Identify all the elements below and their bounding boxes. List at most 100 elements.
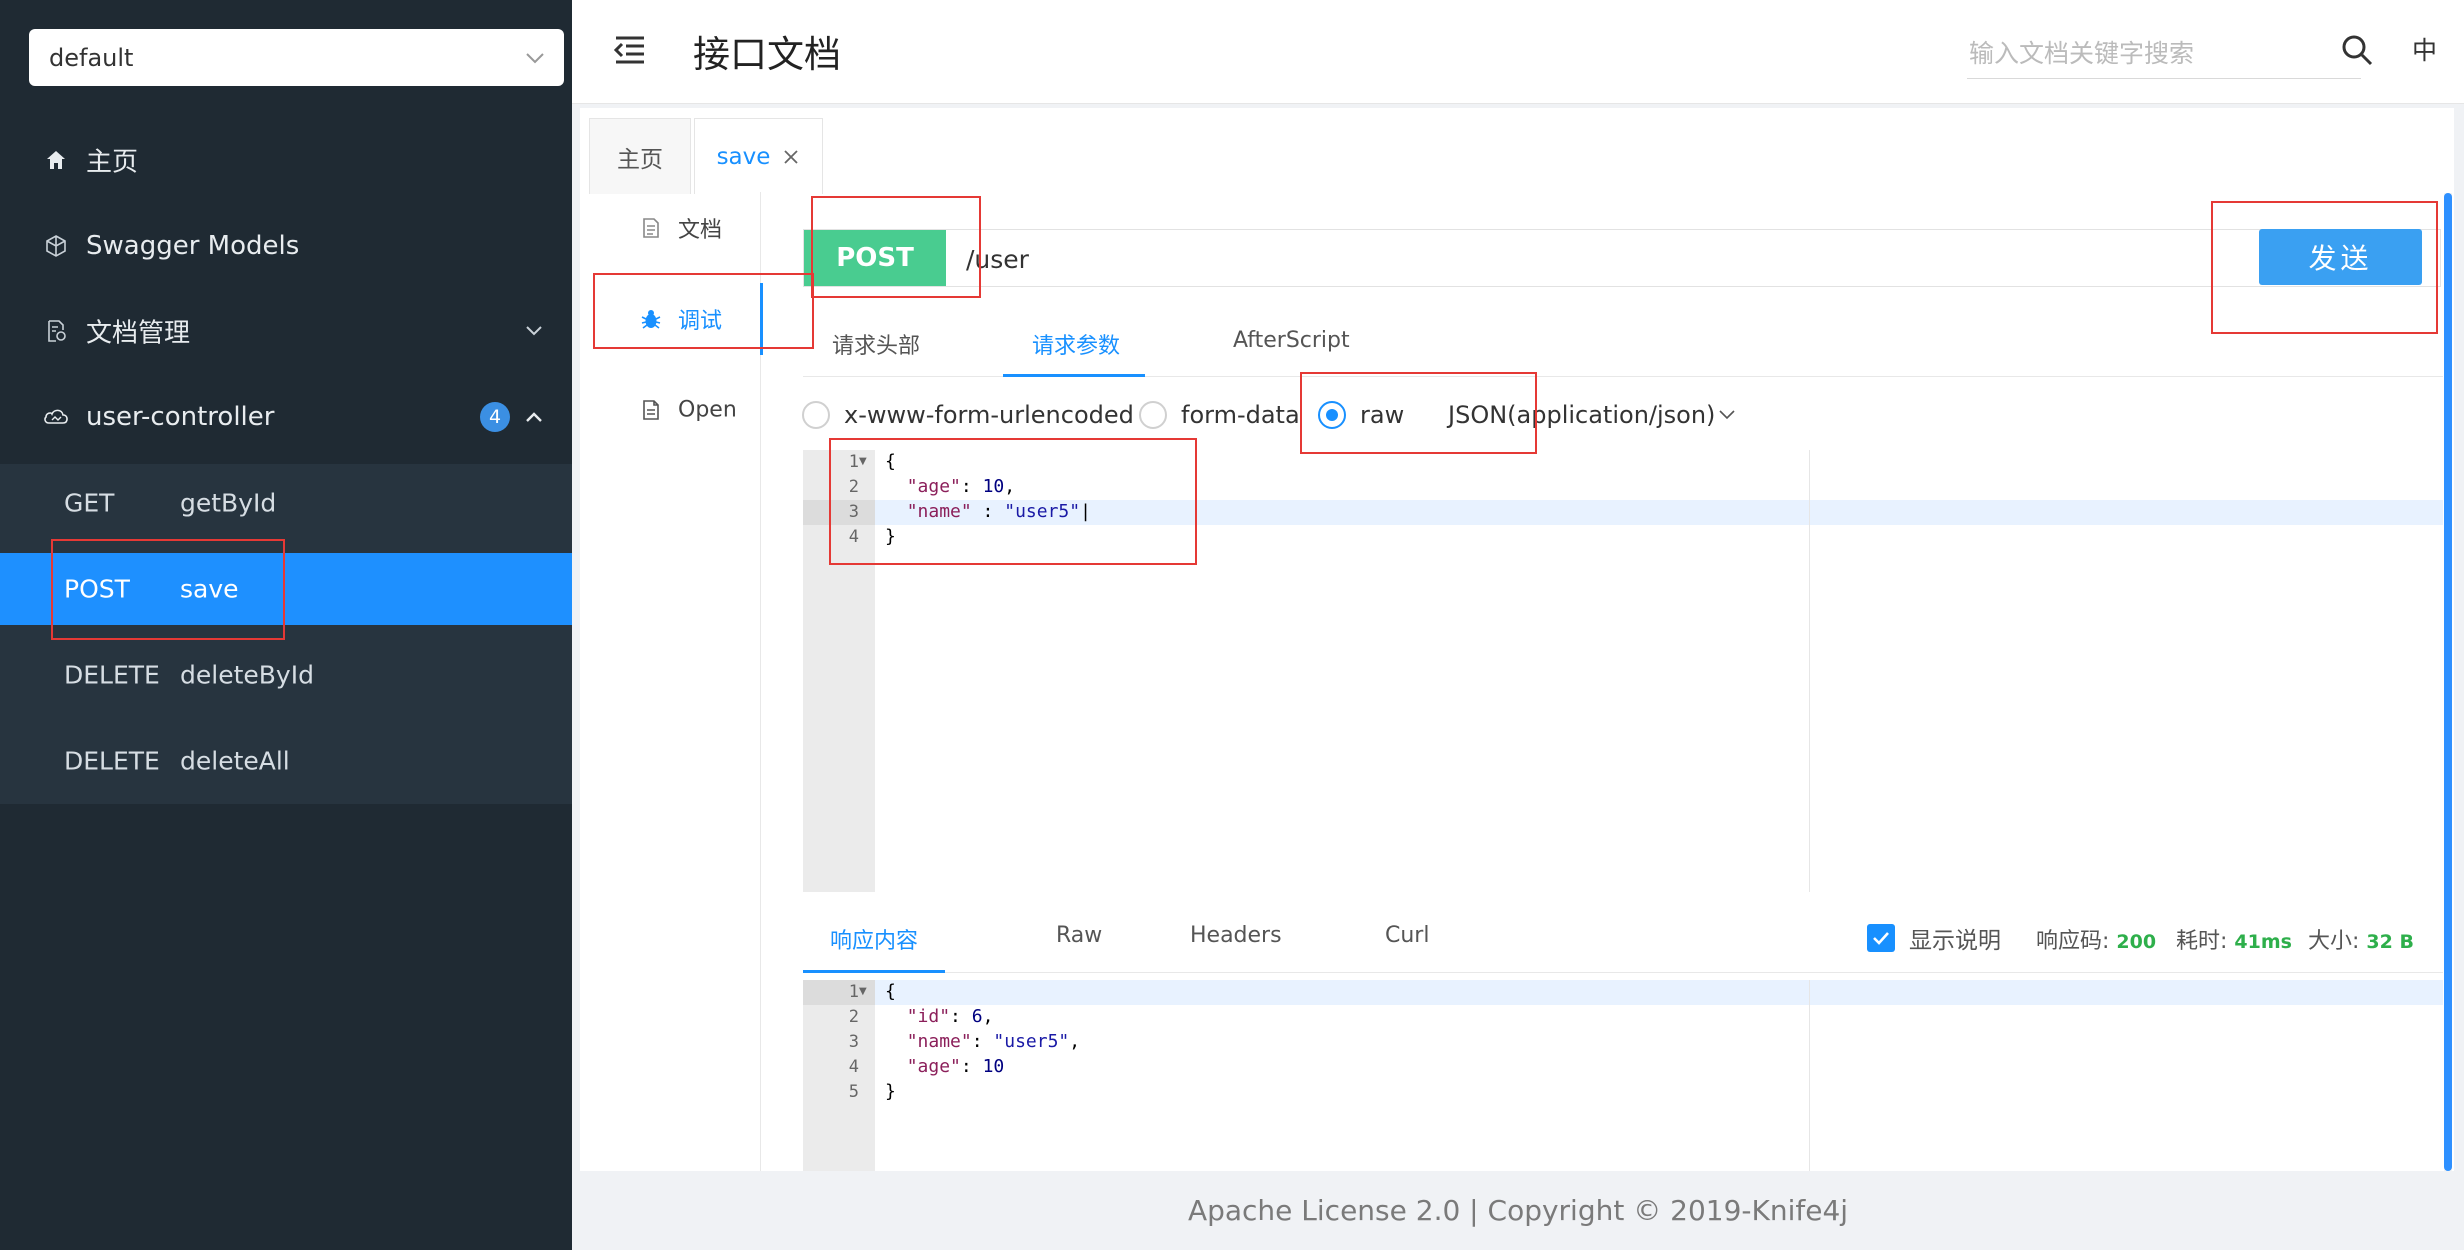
api-method: DELETE xyxy=(64,746,160,776)
tab-save-label: save xyxy=(716,143,771,170)
checkbox-checked-icon xyxy=(1867,924,1895,952)
vertical-scrollbar[interactable] xyxy=(2444,193,2452,1171)
api-name: deleteById xyxy=(180,660,314,690)
response-size-value: 32 B xyxy=(2366,931,2414,953)
response-time-value: 41ms xyxy=(2234,931,2292,953)
model-icon xyxy=(42,232,70,260)
url-input[interactable] xyxy=(964,230,1868,288)
api-method: GET xyxy=(64,488,115,518)
response-time: 耗时: 41ms xyxy=(2176,923,2292,955)
response-body-editor[interactable]: 1 ▼ 2 3 4 5 { "id": 6, "name": "user5", … xyxy=(803,980,2443,1171)
api-item-deleteall[interactable]: DELETE deleteAll xyxy=(0,725,572,797)
menu-fold-icon[interactable] xyxy=(612,32,648,68)
radio-circle xyxy=(1139,401,1167,429)
side-item-open-label: Open xyxy=(678,397,737,423)
tab-request-params[interactable]: 请求参数 xyxy=(1032,328,1120,360)
code-line: "id": 6, xyxy=(906,1006,994,1027)
page-title: 接口文档 xyxy=(693,33,841,76)
document-settings-icon xyxy=(42,317,70,345)
response-code-label: 响应码: xyxy=(2036,929,2110,954)
annotation-box-method-url xyxy=(811,196,981,298)
nav-swagger-models-label: Swagger Models xyxy=(86,231,300,261)
side-item-open[interactable]: Open xyxy=(580,374,760,446)
tab-home-label: 主页 xyxy=(617,146,663,173)
print-margin xyxy=(1809,450,1810,892)
nav-home[interactable]: 主页 xyxy=(0,117,572,203)
radio-urlencoded-label: x-www-form-urlencoded xyxy=(844,401,1134,429)
language-switch[interactable]: 中 xyxy=(2412,31,2437,67)
request-url-bar: POST xyxy=(803,229,2441,288)
active-tab-indicator xyxy=(1003,374,1145,377)
tab-request-headers[interactable]: 请求头部 xyxy=(832,328,920,360)
chevron-down-icon xyxy=(526,52,544,63)
scrollbar-thumb[interactable] xyxy=(2444,193,2452,1171)
nav-doc-management[interactable]: 文档管理 xyxy=(0,288,572,374)
chevron-down-icon xyxy=(526,326,542,336)
file-text-icon xyxy=(643,400,659,420)
side-item-doc[interactable]: 文档 xyxy=(580,192,760,264)
response-time-label: 耗时: xyxy=(2176,929,2228,954)
response-code-value: 200 xyxy=(2116,931,2157,953)
show-description-label: 显示说明 xyxy=(1909,928,2001,954)
radio-form-data[interactable]: form-data xyxy=(1139,398,1300,432)
response-size-label: 大小: xyxy=(2308,929,2360,954)
search-icon[interactable] xyxy=(2340,33,2374,67)
cloud-icon xyxy=(42,403,70,431)
side-item-doc-label: 文档 xyxy=(678,218,723,243)
api-item-getbyid[interactable]: GET getById xyxy=(0,467,572,539)
close-icon[interactable] xyxy=(782,148,800,166)
line-number: 3 xyxy=(848,1032,859,1052)
code-line: { xyxy=(885,981,896,1002)
print-margin xyxy=(1809,980,1810,1171)
line-number: 1 xyxy=(848,982,859,1002)
api-item-deletebyid[interactable]: DELETE deleteById xyxy=(0,639,572,711)
search-input[interactable] xyxy=(1967,28,2361,79)
radio-circle xyxy=(802,401,830,429)
api-method: DELETE xyxy=(64,660,160,690)
group-select[interactable]: default xyxy=(29,29,564,86)
nav-swagger-models[interactable]: Swagger Models xyxy=(0,203,572,289)
footer: Apache License 2.0 | Copyright © 2019-Kn… xyxy=(1187,1194,1849,1227)
nav-home-label: 主页 xyxy=(86,147,139,178)
tab-response-content[interactable]: 响应内容 xyxy=(830,923,918,955)
chevron-up-icon xyxy=(526,412,542,422)
api-name: getById xyxy=(180,488,277,518)
annotation-box-debug xyxy=(593,273,814,349)
tab-home[interactable]: 主页 xyxy=(589,118,691,194)
tab-response-raw[interactable]: Raw xyxy=(1056,923,1102,948)
annotation-box-sidebar-save xyxy=(51,539,285,640)
tab-save[interactable]: save xyxy=(694,118,823,194)
chevron-down-icon xyxy=(1719,410,1735,420)
tab-afterscript[interactable]: AfterScript xyxy=(1233,328,1350,353)
nav-user-controller[interactable]: user-controller 4 xyxy=(0,374,572,460)
line-number: 4 xyxy=(848,1057,859,1077)
home-icon xyxy=(42,146,70,174)
nav-user-controller-label: user-controller xyxy=(86,402,275,432)
code-line: "name": "user5", xyxy=(906,1031,1081,1052)
top-header: 接口文档 中 xyxy=(572,0,2464,104)
annotation-box-body xyxy=(829,438,1197,565)
radio-urlencoded[interactable]: x-www-form-urlencoded xyxy=(802,398,1134,432)
radio-form-data-label: form-data xyxy=(1181,401,1300,429)
divider xyxy=(803,972,2443,973)
annotation-box-raw-json xyxy=(1300,372,1537,454)
sidebar: default 主页 Swagger Models 文档管理 user-cont… xyxy=(0,0,572,1250)
active-line-highlight xyxy=(803,980,2443,1005)
response-code: 响应码: 200 xyxy=(2036,923,2156,955)
tab-response-curl[interactable]: Curl xyxy=(1385,923,1429,948)
api-count-badge: 4 xyxy=(480,402,510,432)
code-line: } xyxy=(885,1081,896,1102)
code-line: "age": 10 xyxy=(906,1056,1005,1077)
line-number: 2 xyxy=(848,1007,859,1027)
group-select-value: default xyxy=(49,43,134,72)
api-name: deleteAll xyxy=(180,746,290,776)
line-number: 5 xyxy=(848,1082,859,1102)
response-size: 大小: 32 B xyxy=(2308,923,2414,955)
nav-doc-management-label: 文档管理 xyxy=(86,318,191,349)
tab-response-headers[interactable]: Headers xyxy=(1190,923,1282,948)
show-description-checkbox[interactable]: 显示说明 xyxy=(1867,921,2001,955)
fold-arrow-icon[interactable]: ▼ xyxy=(859,986,867,997)
annotation-box-send xyxy=(2211,201,2438,334)
active-tab-indicator xyxy=(803,970,945,973)
main-panel: 主页 save 文档 调试 Open POST 发送 请求头部 请求参数 Aft… xyxy=(580,108,2454,1171)
